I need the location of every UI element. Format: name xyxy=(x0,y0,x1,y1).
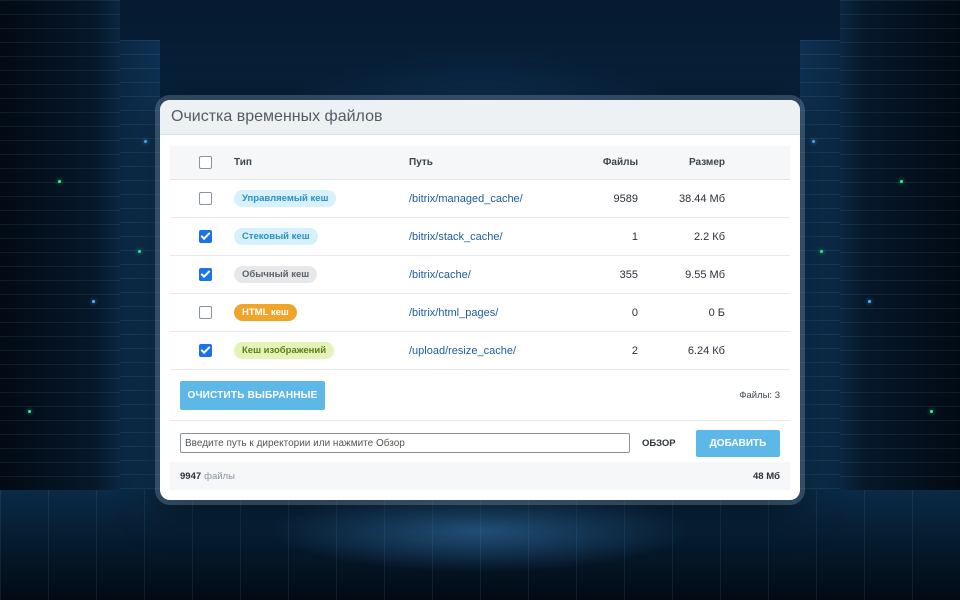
cache-path-link[interactable]: /bitrix/cache/ xyxy=(409,269,471,281)
add-path-row: ОБЗОР ДОБАВИТЬ xyxy=(170,421,790,465)
cache-panel: Тип Путь Файлы Размер Управляемый кеш /b… xyxy=(170,146,790,465)
window-title: Очистка временных файлов xyxy=(160,100,800,135)
size-cell: 0 Б xyxy=(708,306,725,319)
total-size: 48 Мб xyxy=(753,470,780,482)
files-count-cell: 0 xyxy=(631,306,638,319)
led-light xyxy=(868,300,871,303)
led-light xyxy=(900,180,903,183)
led-light xyxy=(58,180,61,183)
led-light xyxy=(92,300,95,303)
row-checkbox[interactable] xyxy=(199,306,212,319)
cache-path-link[interactable]: /bitrix/stack_cache/ xyxy=(409,231,503,243)
directory-path-input[interactable] xyxy=(180,433,630,453)
column-header-files: Файлы xyxy=(602,157,638,168)
size-cell: 2.2 Кб xyxy=(693,230,725,243)
server-rack-left-inner xyxy=(120,40,160,490)
total-files-summary: 9947 файлы xyxy=(180,471,235,482)
led-light xyxy=(812,140,815,143)
files-count-cell: 2 xyxy=(631,344,638,357)
cache-path-link[interactable]: /bitrix/managed_cache/ xyxy=(409,193,523,205)
selected-files-count: Файлы: 3 xyxy=(739,389,780,401)
cache-type-badge: HTML кеш xyxy=(234,304,297,321)
files-count-cell: 9589 xyxy=(613,192,638,205)
add-button[interactable]: ДОБАВИТЬ xyxy=(696,429,780,457)
browse-button[interactable]: ОБЗОР xyxy=(642,438,682,449)
table-row: HTML кеш /bitrix/html_pages/ 0 0 Б xyxy=(170,294,790,332)
cache-path-link[interactable]: /upload/resize_cache/ xyxy=(409,345,516,357)
led-light xyxy=(28,410,31,413)
select-all-checkbox[interactable] xyxy=(199,156,212,169)
led-light xyxy=(820,250,823,253)
row-checkbox[interactable] xyxy=(199,230,212,243)
cache-path-link[interactable]: /bitrix/html_pages/ xyxy=(409,307,498,319)
summary-footer: 9947 файлы 48 Мб xyxy=(170,462,790,490)
table-row: Управляемый кеш /bitrix/managed_cache/ 9… xyxy=(170,180,790,218)
actions-bar: ОЧИСТИТЬ ВЫБРАННЫЕ Файлы: 3 xyxy=(170,370,790,421)
server-rack-right-inner xyxy=(800,40,840,490)
clear-selected-button[interactable]: ОЧИСТИТЬ ВЫБРАННЫЕ xyxy=(180,380,325,410)
total-files-count: 9947 xyxy=(180,470,202,482)
row-checkbox[interactable] xyxy=(199,268,212,281)
floor xyxy=(0,490,960,600)
cache-type-badge: Кеш изображений xyxy=(234,342,335,359)
column-header-path: Путь xyxy=(409,157,433,168)
size-cell: 6.24 Кб xyxy=(687,344,725,357)
led-light xyxy=(144,140,147,143)
files-count-cell: 1 xyxy=(631,230,638,243)
table-body: Управляемый кеш /bitrix/managed_cache/ 9… xyxy=(170,180,790,370)
table-row: Обычный кеш /bitrix/cache/ 355 9.55 Мб xyxy=(170,256,790,294)
table-row: Кеш изображений /upload/resize_cache/ 2 … xyxy=(170,332,790,370)
row-checkbox[interactable] xyxy=(199,192,212,205)
cache-type-badge: Управляемый кеш xyxy=(234,190,337,207)
table-header: Тип Путь Файлы Размер xyxy=(170,146,790,180)
cache-type-badge: Обычный кеш xyxy=(234,266,318,283)
size-cell: 38.44 Мб xyxy=(678,192,725,205)
files-count-cell: 355 xyxy=(619,268,638,281)
table-row: Стековый кеш /bitrix/stack_cache/ 1 2.2 … xyxy=(170,218,790,256)
led-light xyxy=(930,410,933,413)
size-cell: 9.55 Мб xyxy=(685,268,725,281)
column-header-type: Тип xyxy=(234,157,252,168)
row-checkbox[interactable] xyxy=(199,344,212,357)
column-header-size: Размер xyxy=(688,157,725,168)
total-files-label: файлы xyxy=(204,470,235,482)
led-light xyxy=(138,250,141,253)
cache-type-badge: Стековый кеш xyxy=(234,228,318,245)
cache-cleanup-window: Очистка временных файлов Тип Путь Файлы … xyxy=(160,100,800,500)
